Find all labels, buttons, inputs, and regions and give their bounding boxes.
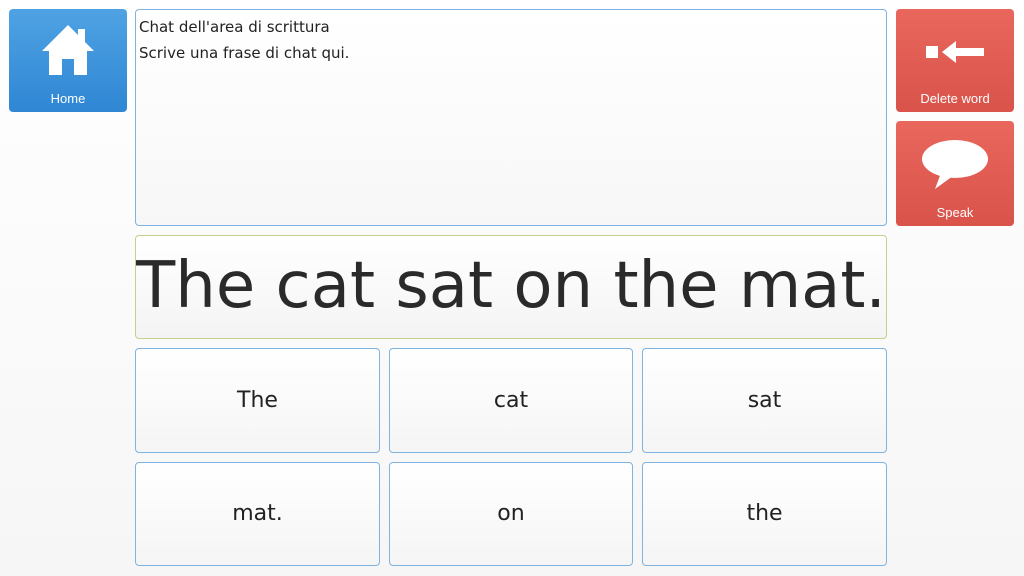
chat-line-title: Chat dell'area di scrittura xyxy=(139,18,330,36)
speak-button-label: Speak xyxy=(936,205,974,220)
word-tile-cat[interactable]: cat xyxy=(389,348,633,453)
speak-button[interactable]: Speak xyxy=(896,121,1014,226)
word-tile-sat[interactable]: sat xyxy=(642,348,887,453)
word-tile-the-lower[interactable]: the xyxy=(642,462,887,566)
home-button[interactable]: Home xyxy=(9,9,127,112)
word-tile-mat[interactable]: mat. xyxy=(135,462,380,566)
sentence-display: The cat sat on the mat. xyxy=(135,235,887,339)
home-button-label: Home xyxy=(50,91,86,106)
backspace-arrow-icon xyxy=(926,41,984,63)
word-tile-the[interactable]: The xyxy=(135,348,380,453)
word-tile-on[interactable]: on xyxy=(389,462,633,566)
chat-writing-area[interactable]: Chat dell'area di scrittura Scrive una f… xyxy=(135,9,887,226)
chat-line-hint: Scrive una frase di chat qui. xyxy=(139,44,350,62)
speech-bubble-icon xyxy=(922,140,988,189)
delete-word-label: Delete word xyxy=(920,91,990,106)
delete-word-button[interactable]: Delete word xyxy=(896,9,1014,112)
house-icon xyxy=(42,25,94,75)
